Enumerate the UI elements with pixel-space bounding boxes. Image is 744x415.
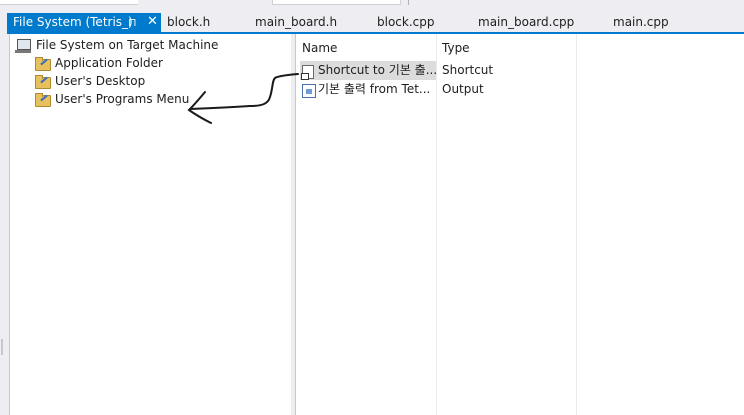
tab-main-board-cpp[interactable]: main_board.cpp (478, 13, 574, 32)
list-item[interactable]: Shortcut to 기본 출... Shortcut (296, 61, 744, 80)
tree-item-label: User's Desktop (55, 74, 146, 88)
file-system-tree-pane: File System on Target Machine Applicatio… (9, 34, 292, 415)
output-icon (301, 83, 316, 98)
close-icon[interactable]: ✕ (147, 12, 158, 31)
list-header: Name Type (296, 34, 744, 60)
folder-icon (35, 74, 51, 89)
tab-file-system[interactable]: File System (Tetris_) ⊓ ✕ (7, 13, 161, 32)
tree-item-label: User's Programs Menu (55, 92, 190, 106)
tab-main-cpp[interactable]: main.cpp (613, 13, 669, 32)
tab-label: File System (Tetris_) (13, 15, 133, 29)
tab-block-h[interactable]: block.h (167, 13, 210, 32)
shortcut-icon (301, 64, 315, 80)
top-strip-left (0, 0, 138, 5)
document-tab-bar: File System (Tetris_) ⊓ ✕ block.h main_b… (0, 13, 744, 32)
pin-icon[interactable]: ⊓ (128, 13, 137, 32)
toolbar-combo-stub[interactable] (272, 0, 401, 5)
left-gutter (0, 34, 9, 415)
tab-block-cpp[interactable]: block.cpp (377, 13, 435, 32)
list-item[interactable]: 기본 출력 from Tet... Output (296, 80, 744, 99)
column-header-name[interactable]: Name (296, 34, 436, 60)
computer-icon (15, 38, 32, 53)
toolbar-separator (408, 0, 409, 5)
list-item-name: 기본 출력 from Tet... (318, 82, 431, 96)
list-item-name: Shortcut to 기본 출... (318, 63, 436, 77)
tab-main-board-h[interactable]: main_board.h (255, 13, 337, 32)
folder-icon (35, 92, 51, 107)
top-strip (0, 0, 744, 13)
list-item-type: Output (442, 82, 484, 96)
column-header-type[interactable]: Type (436, 34, 576, 60)
gutter-mark (1, 339, 3, 355)
file-list-pane: Name Type Shortcut to 기본 출... Shortcut 기… (295, 34, 744, 415)
tree-item-label: File System on Target Machine (36, 38, 219, 52)
list-item-type: Shortcut (442, 63, 494, 77)
folder-icon (35, 56, 51, 71)
tree-item-label: Application Folder (55, 56, 163, 70)
